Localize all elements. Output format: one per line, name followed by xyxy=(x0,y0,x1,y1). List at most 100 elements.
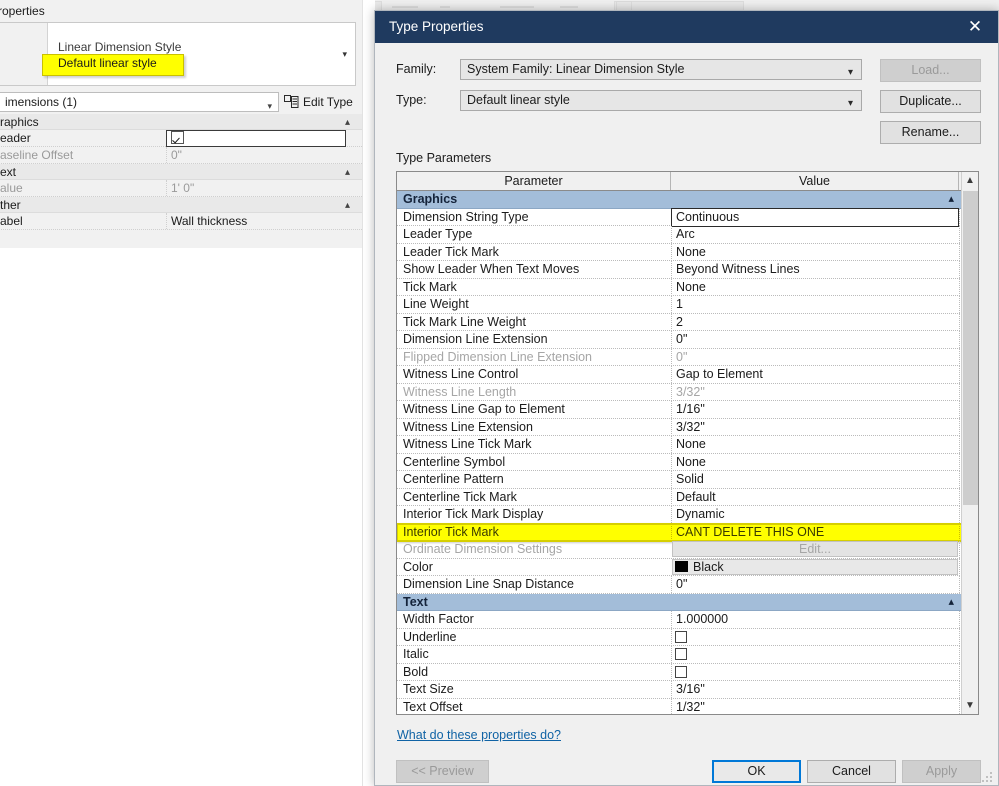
edit-type-button[interactable]: Edit Type xyxy=(284,93,353,111)
property-row-label[interactable]: abel Wall thickness xyxy=(0,213,362,230)
preview-button[interactable]: << Preview xyxy=(396,760,489,783)
checkbox-checked-icon[interactable] xyxy=(171,131,184,144)
parameter-value[interactable]: Dynamic xyxy=(671,506,959,523)
parameter-value[interactable]: Gap to Element xyxy=(671,366,959,383)
parameter-value[interactable]: 3/32" xyxy=(671,418,959,436)
table-row[interactable]: Text Size 3/16" xyxy=(397,681,978,699)
resize-grip[interactable] xyxy=(982,772,994,784)
parameter-name: Text Offset xyxy=(403,699,463,714)
parameter-value[interactable]: None xyxy=(671,436,959,453)
table-row[interactable]: Text Offset 1/32" xyxy=(397,698,978,714)
family-dropdown[interactable]: System Family: Linear Dimension Style ▾ xyxy=(460,59,862,80)
table-row: Witness Line Length 3/32" xyxy=(397,383,978,401)
scrollbar-thumb[interactable] xyxy=(963,191,978,505)
property-row-leader[interactable]: eader xyxy=(0,130,362,147)
collapse-icon[interactable]: ▴ xyxy=(948,594,954,611)
properties-palette-title: roperties xyxy=(0,2,358,20)
table-row[interactable]: Witness Line Gap to Element 1/16" xyxy=(397,401,978,419)
apply-button[interactable]: Apply xyxy=(902,760,981,783)
collapse-icon[interactable]: ▴ xyxy=(345,198,350,214)
close-icon[interactable]: ✕ xyxy=(952,11,998,43)
color-value-button[interactable]: Black xyxy=(672,558,958,575)
properties-group-other[interactable]: ther ▴ xyxy=(0,197,362,213)
property-value: 1' 0" xyxy=(166,180,346,196)
drawing-canvas[interactable] xyxy=(0,248,362,786)
table-row[interactable]: Witness Line Control Gap to Element xyxy=(397,366,978,384)
collapse-icon[interactable]: ▴ xyxy=(345,165,350,181)
table-row[interactable]: Interior Tick Mark Display Dynamic xyxy=(397,506,978,524)
properties-group-text[interactable]: ext ▴ xyxy=(0,164,362,180)
type-dropdown[interactable]: Default linear style ▾ xyxy=(460,90,862,111)
parameter-value[interactable]: CANT DELETE THIS ONE xyxy=(671,523,959,541)
parameter-value[interactable]: Solid xyxy=(671,471,959,488)
table-row[interactable]: Centerline Symbol None xyxy=(397,453,978,471)
parameter-value[interactable]: None xyxy=(671,453,959,471)
type-preview-thumbnail xyxy=(0,23,48,85)
column-header-parameter[interactable]: Parameter xyxy=(397,172,671,190)
table-group-graphics[interactable]: Graphics ▴ xyxy=(397,191,978,209)
property-value-leader[interactable] xyxy=(166,130,346,147)
table-row[interactable]: Show Leader When Text Moves Beyond Witne… xyxy=(397,261,978,279)
type-value: Default linear style xyxy=(467,93,570,107)
table-vertical-scrollbar[interactable]: ▲ ▼ xyxy=(961,172,978,714)
table-row[interactable]: Centerline Tick Mark Default xyxy=(397,488,978,506)
collapse-icon[interactable]: ▴ xyxy=(345,115,350,131)
table-row[interactable]: Line Weight 1 xyxy=(397,296,978,314)
table-row[interactable]: Witness Line Tick Mark None xyxy=(397,436,978,454)
dialog-body: Family: System Family: Linear Dimension … xyxy=(375,43,998,786)
parameter-value[interactable]: 2 xyxy=(671,313,959,331)
parameter-value[interactable]: 0" xyxy=(671,576,959,593)
properties-group-graphics[interactable]: raphics ▴ xyxy=(0,114,362,130)
table-row[interactable]: Italic xyxy=(397,646,978,664)
ok-button[interactable]: OK xyxy=(712,760,801,783)
table-row[interactable]: Dimension Line Extension 0" xyxy=(397,331,978,349)
element-selector-dropdown[interactable]: imensions (1) ▾ xyxy=(0,92,279,112)
color-name: Black xyxy=(693,559,724,574)
rename-button[interactable]: Rename... xyxy=(880,121,981,144)
cancel-button[interactable]: Cancel xyxy=(807,760,896,783)
parameter-value-editing[interactable]: Continuous xyxy=(671,207,959,227)
parameter-name: Tick Mark Line Weight xyxy=(403,314,526,329)
scroll-down-icon[interactable]: ▼ xyxy=(962,697,978,714)
table-row[interactable]: Centerline Pattern Solid xyxy=(397,471,978,489)
property-name: alue xyxy=(0,181,23,195)
parameter-value[interactable]: Beyond Witness Lines xyxy=(671,261,959,278)
table-row[interactable]: Width Factor 1.000000 xyxy=(397,611,978,629)
table-row[interactable]: Leader Type Arc xyxy=(397,226,978,244)
parameter-name: Centerline Symbol xyxy=(403,454,506,469)
collapse-icon[interactable]: ▴ xyxy=(948,191,954,208)
table-row[interactable]: Witness Line Extension 3/32" xyxy=(397,418,978,436)
table-row-highlighted[interactable]: Interior Tick Mark CANT DELETE THIS ONE xyxy=(397,522,978,542)
parameter-value[interactable]: 1/32" xyxy=(671,698,959,714)
table-group-text[interactable]: Text ▴ xyxy=(397,593,978,611)
parameter-value[interactable]: Arc xyxy=(671,226,959,243)
table-row[interactable]: Dimension Line Snap Distance 0" xyxy=(397,576,978,594)
group-label: Text xyxy=(403,594,428,609)
scroll-up-icon[interactable]: ▲ xyxy=(962,172,978,190)
help-link[interactable]: What do these properties do? xyxy=(397,728,561,742)
table-row[interactable]: Color Black xyxy=(397,558,978,576)
property-name: aseline Offset xyxy=(0,148,74,162)
table-row[interactable]: Tick Mark Line Weight 2 xyxy=(397,313,978,331)
parameter-value[interactable]: 3/16" xyxy=(671,681,959,698)
table-row[interactable]: Dimension String Type Continuous xyxy=(397,207,978,227)
table-row[interactable]: Underline xyxy=(397,628,978,646)
table-row[interactable]: Leader Tick Mark None xyxy=(397,243,978,261)
parameter-name: Leader Type xyxy=(403,227,473,241)
parameter-value[interactable]: 0" xyxy=(671,331,959,348)
parameter-value[interactable]: None xyxy=(671,243,959,261)
table-row[interactable]: Tick Mark None xyxy=(397,278,978,296)
table-row[interactable]: Bold xyxy=(397,663,978,681)
load-button[interactable]: Load... xyxy=(880,59,981,82)
duplicate-button[interactable]: Duplicate... xyxy=(880,90,981,113)
parameter-value[interactable]: Default xyxy=(671,488,959,506)
chevron-down-icon: ▾ xyxy=(847,67,853,78)
parameter-value[interactable]: 1.000000 xyxy=(671,611,959,628)
dialog-title-bar[interactable]: Type Properties ✕ xyxy=(375,11,998,43)
column-header-value[interactable]: Value xyxy=(671,172,959,190)
parameter-value[interactable]: None xyxy=(671,278,959,296)
parameter-value[interactable]: 1 xyxy=(671,296,959,313)
parameter-name: Interior Tick Mark xyxy=(403,524,499,539)
parameter-value[interactable]: 1/16" xyxy=(671,401,959,418)
chevron-down-icon[interactable]: ▾ xyxy=(342,49,347,60)
